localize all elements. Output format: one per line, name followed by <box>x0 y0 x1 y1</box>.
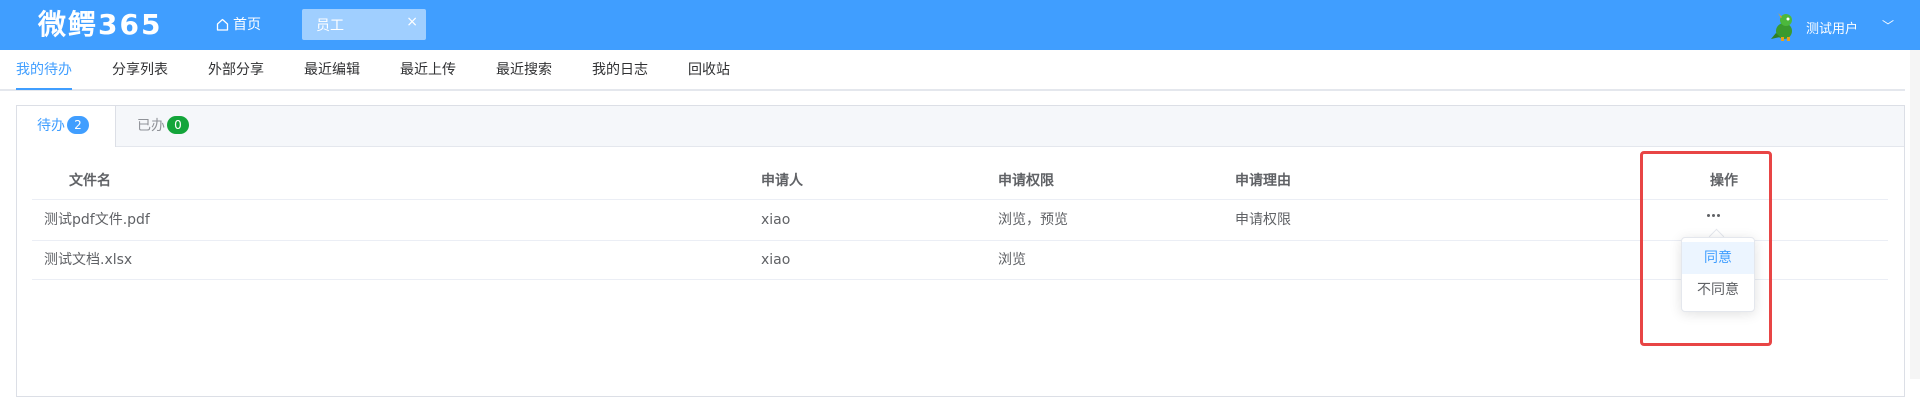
cell-filename[interactable]: 测试文档.xlsx <box>44 250 132 270</box>
more-actions-icon[interactable] <box>1707 208 1727 224</box>
home-link[interactable]: 首页 <box>216 15 261 35</box>
subnav-external-share[interactable]: 外部分享 <box>208 60 264 80</box>
card-tabs: 待办 2 已办 0 <box>17 106 1904 147</box>
subnav-my-log[interactable]: 我的日志 <box>592 60 648 80</box>
chevron-down-icon: ﹀ <box>1882 19 1895 33</box>
top-header: 微鳄365 首页 员工 × 测试用户 ﹀ <box>0 0 1920 50</box>
column-header-filename: 文件名 <box>69 173 111 189</box>
row-divider <box>32 279 1888 280</box>
home-icon <box>216 18 229 31</box>
column-header-reason: 申请理由 <box>1235 173 1291 189</box>
home-link-label: 首页 <box>233 17 261 33</box>
reject-option[interactable]: 不同意 <box>1682 274 1754 306</box>
close-icon[interactable]: × <box>406 14 418 30</box>
cell-permission: 浏览，预览 <box>998 212 1068 228</box>
app-logo[interactable]: 微鳄365 <box>38 8 162 42</box>
tab-todo[interactable]: 待办 2 <box>17 106 116 147</box>
subnav-active-indicator <box>16 88 72 90</box>
open-tab-employee[interactable]: 员工 × <box>302 9 426 40</box>
column-header-actions: 操作 <box>1710 173 1738 189</box>
avatar <box>1771 13 1792 41</box>
subnav-divider <box>0 89 1905 91</box>
tab-todo-badge: 2 <box>67 116 89 134</box>
cell-filename[interactable]: 测试pdf文件.pdf <box>44 210 150 230</box>
column-header-permission: 申请权限 <box>998 173 1054 189</box>
tab-todo-label: 待办 <box>37 118 65 134</box>
tab-done-badge: 0 <box>167 116 189 134</box>
table-header-divider <box>32 199 1888 200</box>
cell-permission: 浏览 <box>998 252 1026 268</box>
cell-reason: 申请权限 <box>1235 212 1291 228</box>
cell-applicant: xiao <box>761 252 791 268</box>
subnav-recent-search[interactable]: 最近搜索 <box>496 60 552 80</box>
tab-done-label: 已办 <box>137 118 165 134</box>
subnav-recent-edits[interactable]: 最近编辑 <box>304 60 360 80</box>
column-header-applicant: 申请人 <box>761 173 803 189</box>
subnav-my-todo[interactable]: 我的待办 <box>16 60 72 80</box>
user-name: 测试用户 <box>1806 22 1859 37</box>
page-scrollbar[interactable] <box>1910 50 1920 379</box>
subnav-recycle-bin[interactable]: 回收站 <box>688 60 730 80</box>
subnav-share-list[interactable]: 分享列表 <box>112 60 168 80</box>
approve-option[interactable]: 同意 <box>1682 242 1754 274</box>
open-tab-label: 员工 <box>316 18 344 34</box>
subnav-recent-uploads[interactable]: 最近上传 <box>400 60 456 80</box>
action-dropdown: 同意 不同意 <box>1681 237 1755 312</box>
cell-applicant: xiao <box>761 212 791 228</box>
todo-card: 待办 2 已办 0 <box>16 105 1905 397</box>
user-menu[interactable]: 测试用户 ﹀ <box>1768 11 1898 41</box>
sub-navigation <box>0 50 1920 90</box>
tab-done[interactable]: 已办 0 <box>137 106 207 146</box>
row-divider <box>32 240 1888 241</box>
